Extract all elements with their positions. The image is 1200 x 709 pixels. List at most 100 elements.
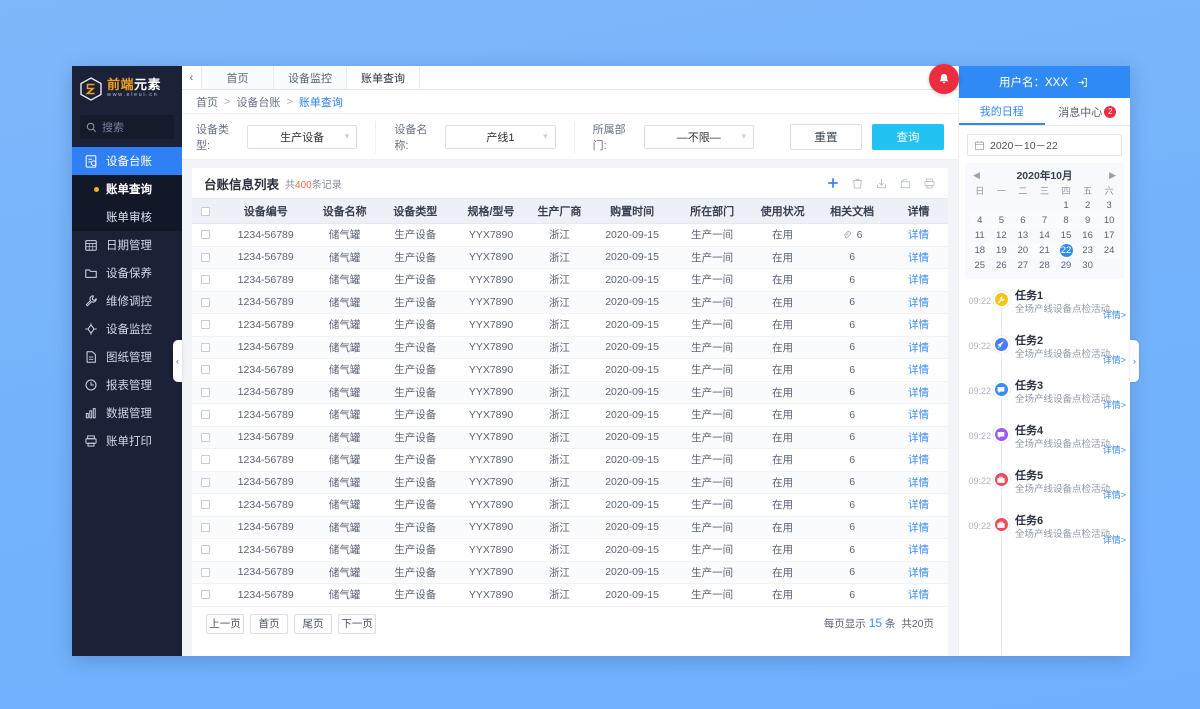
breadcrumb-item-ledger[interactable]: 设备台账 <box>236 94 280 110</box>
calendar-day[interactable]: 15 <box>1055 228 1077 243</box>
task-item[interactable]: 09:22 任务2 全场产线设备点检活动… 详情> <box>959 334 1130 379</box>
calendar-day[interactable]: 4 <box>969 213 991 228</box>
table-row[interactable]: 1234-56789 储气罐 生产设备 YYX7890 浙江 2020-09-15 生产一间… <box>192 448 948 472</box>
tab-my-schedule[interactable]: 我的日程 <box>959 98 1045 125</box>
calendar-day[interactable]: 30 <box>1077 258 1099 273</box>
table-row[interactable]: 1234-56789 储气罐 生产设备 YYX7890 浙江 2020-09-15 生产一间… <box>192 516 948 539</box>
row-checkbox[interactable] <box>201 342 211 352</box>
calendar-day[interactable]: 25 <box>969 258 991 273</box>
date-picker-input[interactable]: 2020－10－22 <box>967 134 1122 156</box>
calendar-day[interactable]: 6 <box>1012 213 1034 228</box>
task-detail-link[interactable]: 详情> <box>1103 443 1126 456</box>
detail-link[interactable]: 详情 <box>908 499 929 511</box>
task-item[interactable]: 09:22 任务3 全场产线设备点检活动… 详情> <box>959 379 1130 424</box>
calendar-day[interactable]: 17 <box>1098 228 1120 243</box>
sidebar-item-data-management[interactable]: 数据管理 <box>72 399 182 427</box>
sidebar-item-report-management[interactable]: 报表管理 <box>72 371 182 399</box>
table-row[interactable]: 1234-56789 储气罐 生产设备 YYX7890 浙江 2020-09-15 生产一间… <box>192 336 948 359</box>
detail-link[interactable]: 详情 <box>908 387 929 399</box>
next-page-button[interactable]: 下一页 <box>338 613 376 634</box>
row-checkbox[interactable] <box>201 455 211 465</box>
calendar-next-icon[interactable]: ▶ <box>1109 170 1116 181</box>
sidebar-item-equipment-monitor[interactable]: 设备监控 <box>72 315 182 343</box>
sidebar-item-equipment-ledger[interactable]: 设备台账 <box>72 147 182 175</box>
calendar-day[interactable]: 27 <box>1012 258 1034 273</box>
calendar-day[interactable]: 5 <box>991 213 1013 228</box>
sidebar-item-date-management[interactable]: 日期管理 <box>72 231 182 259</box>
first-page-button[interactable]: 首页 <box>250 613 288 634</box>
table-row[interactable]: 1234-56789 储气罐 生产设备 YYX7890 浙江 2020-09-15 生产一间… <box>192 426 948 449</box>
detail-link[interactable]: 详情 <box>908 409 929 421</box>
bell-icon[interactable] <box>929 64 959 94</box>
row-checkbox[interactable] <box>201 275 211 285</box>
table-row[interactable]: 1234-56789 储气罐 生产设备 YYX7890 浙江 2020-09-15 生产一间… <box>192 358 948 382</box>
calendar-day[interactable]: 20 <box>1012 243 1034 258</box>
sidebar-subitem-bill-query[interactable]: 账单查询 <box>72 175 182 203</box>
sidebar-item-drawing-management[interactable]: 图纸管理 <box>72 343 182 371</box>
calendar-day[interactable]: 21 <box>1034 243 1056 258</box>
calendar-day[interactable]: 29 <box>1055 258 1077 273</box>
calendar-day-selected[interactable]: 22 <box>1059 244 1073 257</box>
detail-link[interactable]: 详情 <box>908 229 929 241</box>
reset-button[interactable]: 重置 <box>789 123 862 150</box>
department-select[interactable]: —不限— ▾ <box>643 124 754 149</box>
task-detail-link[interactable]: 详情> <box>1103 398 1126 411</box>
row-checkbox[interactable] <box>201 545 211 555</box>
row-checkbox[interactable] <box>201 230 211 240</box>
row-checkbox[interactable] <box>201 477 211 487</box>
tab-bill-query[interactable]: 账单查询 <box>347 66 420 89</box>
print-icon[interactable] <box>923 177 936 190</box>
detail-link[interactable]: 详情 <box>908 274 929 286</box>
calendar-day[interactable]: 1 <box>1055 198 1077 213</box>
sidebar-subitem-bill-review[interactable]: 账单审核 <box>72 203 182 231</box>
tab-message-center[interactable]: 消息中心 2 <box>1045 98 1131 125</box>
calendar-day[interactable]: 7 <box>1034 213 1056 228</box>
task-detail-link[interactable]: 详情> <box>1103 308 1126 321</box>
detail-link[interactable]: 详情 <box>908 544 929 556</box>
download-icon[interactable] <box>875 177 888 190</box>
table-row[interactable]: 1234-56789 储气罐 生产设备 YYX7890 浙江 2020-09-15 生产一间… <box>192 313 948 337</box>
sidebar-item-bill-print[interactable]: 账单打印 <box>72 427 182 455</box>
detail-link[interactable]: 详情 <box>908 319 929 331</box>
detail-link[interactable]: 详情 <box>908 297 929 309</box>
row-checkbox[interactable] <box>201 297 211 307</box>
row-checkbox[interactable] <box>201 500 211 510</box>
row-checkbox[interactable] <box>201 522 211 532</box>
tab-home[interactable]: 首页 <box>202 66 274 89</box>
per-page-value[interactable]: 15 <box>869 616 882 630</box>
task-item[interactable]: 09:22 任务1 全场产线设备点检活动… 详情> <box>959 289 1130 334</box>
search-input[interactable]: 搜索 <box>80 115 174 139</box>
row-checkbox[interactable] <box>201 590 211 600</box>
row-checkbox[interactable] <box>201 410 211 420</box>
table-row[interactable]: 1234-56789 储气罐 生产设备 YYX7890 浙江 2020-09-15 生产一间… <box>192 471 948 494</box>
equipment-name-select[interactable]: 产线1 ▾ <box>445 124 556 149</box>
calendar-day[interactable]: 19 <box>991 243 1013 258</box>
equipment-type-select[interactable]: 生产设备 ▾ <box>246 124 358 149</box>
table-row[interactable]: 1234-56789 储气罐 生产设备 YYX7890 浙江 2020-09-15 生产一间… <box>192 493 948 517</box>
logout-icon[interactable] <box>1076 76 1089 89</box>
calendar-day[interactable]: 28 <box>1034 258 1056 273</box>
table-row[interactable]: 1234-56789 储气罐 生产设备 YYX7890 浙江 2020-09-15 生产一间… <box>192 381 948 404</box>
breadcrumb-item-home[interactable]: 首页 <box>196 94 218 110</box>
calendar-day[interactable]: 13 <box>1012 228 1034 243</box>
detail-link[interactable]: 详情 <box>908 589 929 601</box>
detail-link[interactable]: 详情 <box>908 364 929 376</box>
task-detail-link[interactable]: 详情> <box>1103 533 1126 546</box>
task-item[interactable]: 09:22 任务5 全场产线设备点检活动… 详情> <box>959 469 1130 514</box>
sidebar-collapse-handle[interactable]: ‹ <box>173 340 182 382</box>
detail-link[interactable]: 详情 <box>908 477 929 489</box>
row-checkbox[interactable] <box>201 432 211 442</box>
row-checkbox[interactable] <box>201 567 211 577</box>
task-detail-link[interactable]: 详情> <box>1103 353 1126 366</box>
calendar-day[interactable]: 10 <box>1098 213 1120 228</box>
calendar-prev-icon[interactable]: ◀ <box>973 170 980 181</box>
detail-link[interactable]: 详情 <box>908 342 929 354</box>
calendar-day[interactable]: 8 <box>1055 213 1077 228</box>
calendar-day[interactable]: 22 <box>1055 243 1077 258</box>
table-row[interactable]: 1234-56789 储气罐 生产设备 YYX7890 浙江 2020-09-15 生产一间… <box>192 561 948 584</box>
detail-link[interactable]: 详情 <box>908 522 929 534</box>
calendar-day[interactable]: 16 <box>1077 228 1099 243</box>
detail-link[interactable]: 详情 <box>908 432 929 444</box>
delete-icon[interactable] <box>851 177 864 190</box>
calendar-day[interactable]: 18 <box>969 243 991 258</box>
